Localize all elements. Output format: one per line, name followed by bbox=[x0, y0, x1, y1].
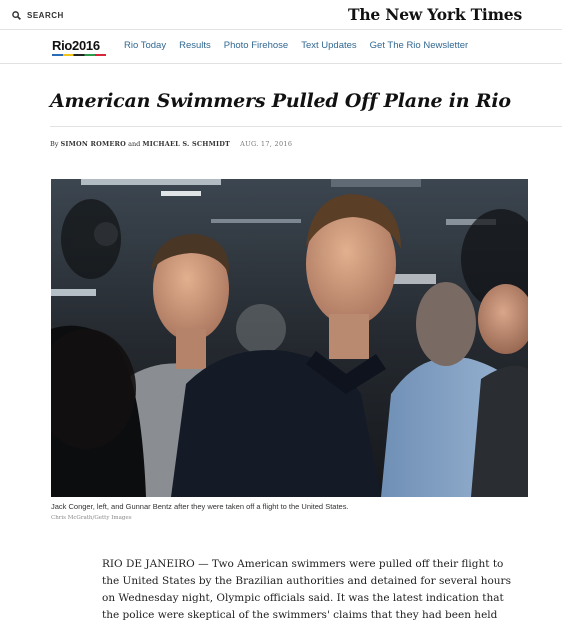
photo-credit: Chris McGrath/Getty Images bbox=[51, 515, 132, 521]
byline-and: and bbox=[128, 140, 141, 148]
byline-prefix: By bbox=[50, 140, 59, 148]
section-nav: Rio2016 Rio Today Results Photo Firehose… bbox=[0, 30, 562, 64]
publish-date: AUG. 17, 2016 bbox=[240, 140, 293, 148]
search-button[interactable]: SEARCH bbox=[12, 8, 64, 22]
nav-link-results[interactable]: Results bbox=[179, 40, 211, 51]
body-line: RIO DE JANEIRO — Two American swimmers w… bbox=[102, 558, 504, 570]
photo-caption: Jack Conger, left, and Gunnar Bentz afte… bbox=[51, 502, 349, 511]
body-line: on Wednesday night, Olympic officials sa… bbox=[102, 592, 504, 604]
rio2016-logo[interactable]: Rio2016 bbox=[52, 38, 100, 53]
rio2016-logo-stripe bbox=[52, 54, 106, 56]
nav-link-rio-today[interactable]: Rio Today bbox=[124, 40, 166, 51]
search-icon bbox=[12, 10, 21, 20]
author-link-1[interactable]: SIMON ROMERO bbox=[61, 140, 126, 148]
body-line: the police were skeptical of the swimmer… bbox=[102, 609, 498, 621]
headline-divider bbox=[50, 126, 562, 127]
masthead: SEARCH The New York Times bbox=[0, 0, 562, 30]
photo-illustration bbox=[51, 179, 528, 497]
byline: By SIMON ROMERO and MICHAEL S. SCHMIDT A… bbox=[50, 140, 292, 148]
article-headline: American Swimmers Pulled Off Plane in Ri… bbox=[50, 90, 511, 112]
search-label: SEARCH bbox=[27, 10, 64, 20]
section-nav-links: Rio Today Results Photo Firehose Text Up… bbox=[124, 40, 468, 51]
author-link-2[interactable]: MICHAEL S. SCHMIDT bbox=[142, 140, 230, 148]
nav-link-photo-firehose[interactable]: Photo Firehose bbox=[224, 40, 288, 51]
article-photo[interactable] bbox=[51, 179, 528, 497]
nyt-logo[interactable]: The New York Times bbox=[348, 5, 522, 24]
body-line: the United States by the Brazilian autho… bbox=[102, 575, 511, 587]
nav-link-text-updates[interactable]: Text Updates bbox=[301, 40, 356, 51]
nav-link-newsletter[interactable]: Get The Rio Newsletter bbox=[370, 40, 469, 51]
article-body: RIO DE JANEIRO — Two American swimmers w… bbox=[102, 556, 511, 624]
